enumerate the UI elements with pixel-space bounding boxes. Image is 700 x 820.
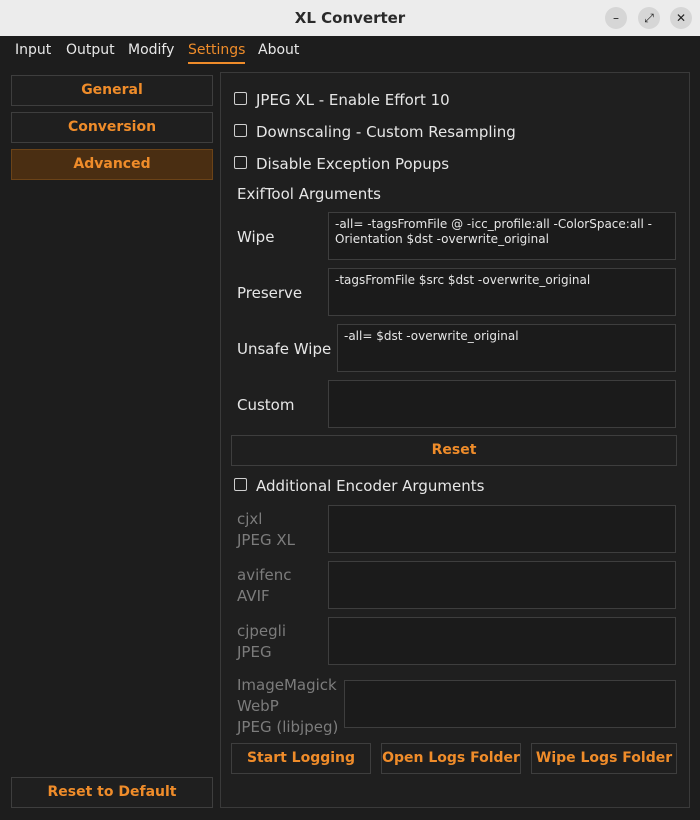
avifenc-label-line: avifenc (237, 566, 292, 584)
cjpegli-format-line: JPEG (237, 643, 272, 661)
disable-popups-checkbox[interactable] (234, 156, 247, 169)
menu-bar: Input Output Modify Settings About (0, 36, 700, 64)
tab-advanced[interactable]: Advanced (11, 149, 213, 180)
menu-input[interactable]: Input (15, 36, 51, 64)
menu-modify[interactable]: Modify (128, 36, 174, 64)
unsafe-wipe-args-field[interactable]: -all= $dst -overwrite_original (337, 324, 676, 372)
custom-label: Custom (237, 396, 295, 414)
cjxl-label-line: cjxl (237, 510, 263, 528)
exiftool-section-label: ExifTool Arguments (237, 185, 381, 203)
menu-output[interactable]: Output (66, 36, 115, 64)
effort-10-checkbox-row[interactable]: JPEG XL - Enable Effort 10 (234, 89, 450, 111)
minimize-button[interactable]: – (605, 7, 627, 29)
cjpegli-label: cjpegli JPEG (237, 621, 286, 663)
start-logging-button[interactable]: Start Logging (231, 743, 371, 774)
minimize-icon: – (613, 11, 619, 25)
reset-to-default-button[interactable]: Reset to Default (11, 777, 213, 808)
effort-10-checkbox[interactable] (234, 92, 247, 105)
custom-resampling-checkbox-row[interactable]: Downscaling - Custom Resampling (234, 121, 516, 143)
imagemagick-label: ImageMagick WebP JPEG (libjpeg) (237, 675, 338, 738)
cjpegli-args-field[interactable] (328, 617, 676, 665)
disable-popups-label: Disable Exception Popups (256, 155, 450, 173)
cjxl-args-field[interactable] (328, 505, 676, 553)
wipe-label: Wipe (237, 228, 275, 246)
menu-about[interactable]: About (258, 36, 299, 64)
custom-resampling-checkbox[interactable] (234, 124, 247, 137)
encoder-args-label: Additional Encoder Arguments (256, 477, 485, 495)
preserve-label: Preserve (237, 284, 303, 302)
close-icon: ✕ (675, 11, 687, 25)
tab-conversion[interactable]: Conversion (11, 112, 213, 143)
avifenc-label: avifenc AVIF (237, 565, 292, 607)
avifenc-args-field[interactable] (328, 561, 676, 609)
maximize-icon: ⤢ (644, 11, 654, 25)
maximize-button[interactable]: ⤢ (638, 7, 660, 29)
preserve-args-field[interactable]: -tagsFromFile $src $dst -overwrite_origi… (328, 268, 676, 316)
tab-general[interactable]: General (11, 75, 213, 106)
custom-args-field[interactable] (328, 380, 676, 428)
advanced-settings-panel: JPEG XL - Enable Effort 10 Downscaling -… (220, 72, 690, 808)
title-bar: XL Converter – ⤢ ✕ (0, 0, 700, 36)
encoder-args-checkbox[interactable] (234, 478, 247, 491)
disable-popups-checkbox-row[interactable]: Disable Exception Popups (234, 153, 449, 175)
unsafe-wipe-label: Unsafe Wipe (237, 340, 332, 358)
window-title: XL Converter (294, 9, 406, 27)
imagemagick-jpeg-line: JPEG (libjpeg) (237, 718, 339, 736)
wipe-args-field[interactable]: -all= -tagsFromFile @ -icc_profile:all -… (328, 212, 676, 260)
cjpegli-label-line: cjpegli (237, 622, 287, 640)
close-button[interactable]: ✕ (670, 7, 692, 29)
imagemagick-args-field[interactable] (344, 680, 676, 728)
settings-sidebar: General Conversion Advanced Reset to Def… (0, 64, 220, 820)
exiftool-reset-button[interactable]: Reset (231, 435, 677, 466)
cjxl-format-line: JPEG XL (237, 531, 295, 549)
wipe-logs-folder-button[interactable]: Wipe Logs Folder (531, 743, 677, 774)
cjxl-label: cjxl JPEG XL (237, 509, 295, 551)
open-logs-folder-button[interactable]: Open Logs Folder (381, 743, 521, 774)
effort-10-label: JPEG XL - Enable Effort 10 (256, 91, 450, 109)
imagemagick-label-line: ImageMagick (237, 676, 337, 694)
encoder-args-checkbox-row[interactable]: Additional Encoder Arguments (234, 475, 484, 497)
imagemagick-webp-line: WebP (237, 697, 279, 715)
avifenc-format-line: AVIF (237, 587, 270, 605)
menu-settings[interactable]: Settings (188, 36, 246, 64)
custom-resampling-label: Downscaling - Custom Resampling (256, 123, 516, 141)
